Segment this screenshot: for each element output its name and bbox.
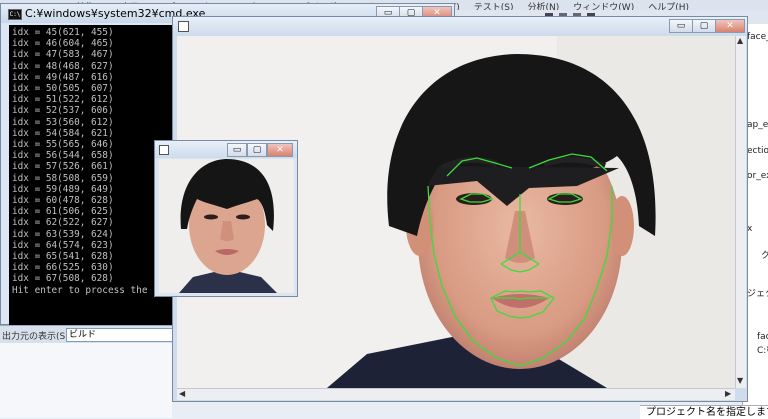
- panel-text: C:¥: [757, 346, 768, 356]
- minimize-button[interactable]: ▭: [227, 143, 247, 157]
- output-pane: [0, 343, 172, 418]
- status-bar-text: プロジェクト名を指定します。: [640, 405, 768, 419]
- panel-text: or_ex: [747, 171, 768, 181]
- scroll-right-arrow-icon[interactable]: ▶: [725, 389, 731, 398]
- thumbnail-window: ▭ ▢ ✕: [154, 140, 298, 297]
- minimize-button[interactable]: ▭: [669, 19, 693, 33]
- maximize-button[interactable]: ▢: [692, 19, 716, 33]
- horizontal-scrollbar[interactable]: ◀ ▶: [177, 388, 735, 400]
- cmd-icon: C:\: [8, 9, 22, 20]
- panel-text: ection: [747, 146, 768, 156]
- close-button[interactable]: ✕: [267, 143, 293, 157]
- scroll-left-arrow-icon[interactable]: ◀: [179, 389, 185, 398]
- output-toolbar: 出力元の表示(S): ビルド: [0, 325, 174, 344]
- panel-text: face_d: [747, 32, 768, 42]
- thumbnail-image-canvas: [159, 159, 294, 293]
- scroll-up-arrow-icon[interactable]: ▲: [737, 36, 743, 45]
- image-window-titlebar[interactable]: ▭ ▢ ✕: [173, 17, 747, 35]
- output-source-label: 出力元の表示(S):: [2, 332, 72, 342]
- thumbnail-window-titlebar[interactable]: ▭ ▢ ✕: [155, 141, 297, 158]
- vertical-scrollbar[interactable]: ▲ ▼: [735, 36, 746, 388]
- scroll-down-arrow-icon[interactable]: ▼: [737, 376, 743, 385]
- output-source-select[interactable]: ビルド: [66, 328, 174, 342]
- panel-text: ジェク: [747, 289, 768, 299]
- panel-text: ap_ex: [747, 120, 768, 130]
- panel-text: fac: [757, 332, 768, 342]
- face-thumbnail: [159, 159, 294, 293]
- panel-text: ク: [761, 251, 768, 261]
- window-icon: [178, 21, 189, 32]
- window-icon: [159, 145, 169, 155]
- close-button[interactable]: ✕: [715, 19, 745, 33]
- maximize-button[interactable]: ▢: [247, 143, 267, 157]
